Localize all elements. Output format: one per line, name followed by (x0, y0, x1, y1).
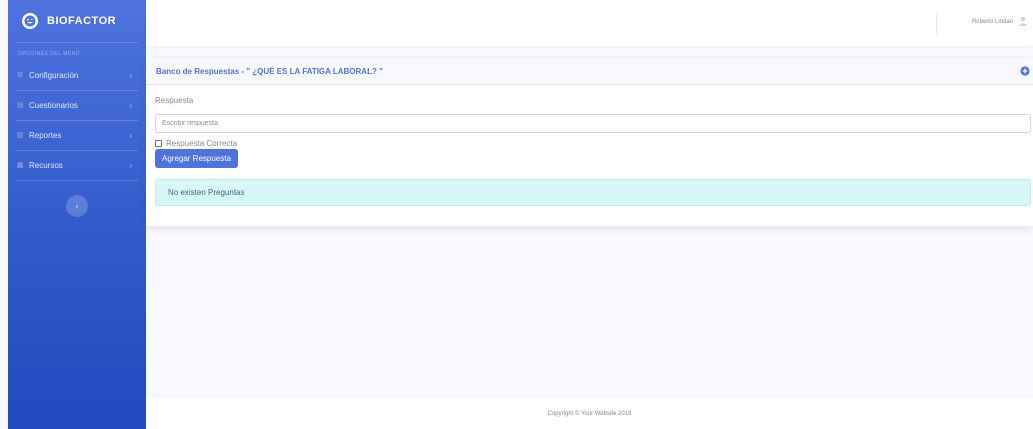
user-icon[interactable] (1017, 15, 1029, 27)
user-name[interactable]: Roberto Lindao (972, 19, 1013, 25)
card-header: Banco de Respuestas - " ¿QUÉ ES LA FATIG… (146, 58, 1033, 85)
chevron-right-icon: › (129, 131, 132, 140)
book-icon: ▦ (17, 162, 24, 169)
sidebar-item-recursos[interactable]: ▦ Recursos › (8, 151, 146, 180)
sidebar-item-label: Cuestionarios (29, 101, 78, 110)
answer-input[interactable] (155, 114, 1031, 133)
correct-answer-checkbox[interactable] (155, 140, 162, 147)
laugh-wink-icon (22, 13, 38, 29)
sidebar-item-configuracion[interactable]: ⚙ Configuración › (8, 61, 146, 90)
sidebar-item-reportes[interactable]: ▥ Reportes › (8, 121, 146, 150)
correct-answer-row: Respuesta Correcta (155, 139, 1033, 148)
chevron-right-icon: › (129, 101, 132, 110)
correct-answer-label: Respuesta Correcta (166, 139, 238, 148)
sidebar-item-cuestionarios[interactable]: ▤ Cuestionarios › (8, 91, 146, 120)
sidebar-item-label: Reportes (29, 131, 62, 140)
chart-icon: ▥ (17, 132, 24, 139)
sidebar-item-label: Configuración (29, 71, 79, 80)
answer-bank-card: Banco de Respuestas - " ¿QUÉ ES LA FATIG… (146, 58, 1033, 226)
add-answer-button[interactable]: Agregar Respuesta (155, 149, 238, 168)
chevron-right-icon: › (129, 71, 132, 80)
page-title: Banco de Respuestas - " ¿QUÉ ES LA FATIG… (156, 66, 383, 76)
gear-icon: ⚙ (17, 72, 24, 79)
sidebar-toggle-button[interactable]: ‹ (66, 195, 88, 217)
topbar-divider (936, 13, 937, 35)
sidebar-divider (16, 180, 138, 181)
sidebar: BIOFACTOR OPCIONES DEL MENÚ ⚙ Configurac… (8, 0, 146, 429)
topbar: Roberto Lindao (146, 0, 1033, 46)
answer-label: Respuesta (155, 96, 194, 105)
card-body: Respuesta Respuesta Correcta Agregar Res… (146, 85, 1033, 206)
brand-link[interactable]: BIOFACTOR (8, 0, 146, 42)
sidebar-heading: OPCIONES DEL MENÚ (18, 51, 80, 57)
table-icon: ▤ (17, 102, 24, 109)
sidebar-item-label: Recursos (29, 161, 63, 170)
footer: Copyright © Your Website 2019 (146, 398, 1033, 429)
brand-name: BIOFACTOR (47, 15, 117, 27)
empty-alert: No existen Preguntas (155, 179, 1031, 206)
chevron-right-icon: › (129, 161, 132, 170)
plus-circle-icon[interactable] (1020, 66, 1030, 76)
